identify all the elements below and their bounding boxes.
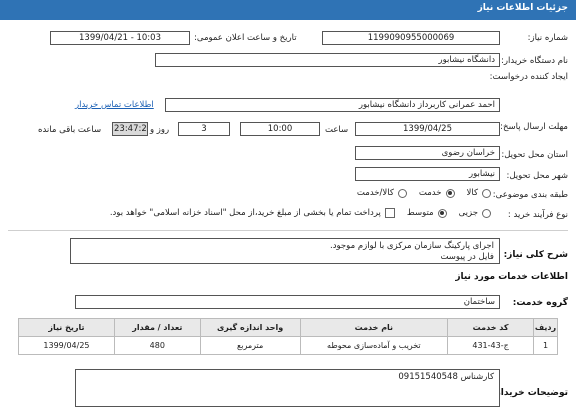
services-section-title: اطلاعات خدمات مورد نیاز [455,272,568,282]
days-remaining-field: 3 [178,122,230,136]
category-radio-goods-service[interactable] [397,188,407,198]
buyer-notes-text: کارشناس 09151540548 [398,372,494,382]
col-header-code: کد خدمت [447,318,535,337]
buyer-notes-label: توضیحات خریدار: [492,388,568,398]
city-field[interactable]: نیشابور [355,167,500,181]
category-option-goods-service: کالا/خدمت [356,188,394,198]
summary-label: شرح کلی نیاز: [503,250,568,260]
col-header-name: نام خدمت [299,318,449,337]
cell-index: 1 [533,336,558,355]
days-label: روز و [150,125,170,135]
page-title: جزئیات اطلاعات نیاز [477,3,568,13]
purchase-radio-minor[interactable] [482,208,491,218]
purchase-radio-medium[interactable] [437,208,447,218]
service-group-label: گروه خدمت: [512,298,568,308]
category-label: طبقه بندی موضوعی: [492,190,568,200]
buyer-label: نام دستگاه خریدار: [501,56,568,66]
col-header-index: ردیف [533,318,558,337]
need-number-label: شماره نیاز: [527,33,568,43]
need-number-field[interactable]: 1199090955000069 [322,31,500,45]
divider [8,230,568,231]
col-header-qty: تعداد / مقدار [113,318,201,337]
buyer-notes-box: کارشناس 09151540548 [75,369,500,407]
cell-qty: 480 [113,336,201,355]
purchase-option-medium: متوسط [406,208,434,218]
table-row: 1 ج-43-431 تخریب و آماده‌سازی محوطه مترم… [18,336,558,355]
cell-date: 1399/04/25 [18,336,115,355]
cell-unit: مترمربع [199,336,301,355]
deadline-date-field[interactable]: 1399/04/25 [355,122,500,136]
category-radio-service[interactable] [445,188,455,198]
category-radio-goods[interactable] [482,188,491,198]
province-label: استان محل تحویل: [501,150,568,160]
col-header-date: تاریخ نیاز [18,318,115,337]
summary-line-1: اجرای پارکینگ سازمان مرکزی با لوازم موجو… [330,241,494,251]
remaining-time-label: ساعت باقی مانده [38,125,102,135]
city-label: شهر محل تحویل: [506,171,568,181]
services-table-header: ردیف کد خدمت نام خدمت واحد اندازه گیری ت… [18,318,558,337]
remaining-time-field: 23:47:28 [112,122,148,136]
purchase-option-minor: جزیی [458,208,478,218]
deadline-time-field[interactable]: 10:00 [240,122,320,136]
category-radio-group: کالا خدمت کالا/خدمت [349,188,491,198]
cell-code: ج-43-431 [447,336,535,355]
buyer-contact-link[interactable]: اطلاعات تماس خریدار [75,100,154,110]
purchase-type-label: نوع فرآیند خرید : [507,210,568,220]
province-field[interactable]: خراسان رضوی [355,146,500,160]
purchase-radio-group: جزیی متوسط پرداخت تمام یا بخشی از مبلغ خ… [110,208,491,218]
creator-label: ایجاد کننده درخواست: [489,72,568,82]
treasury-checkbox[interactable] [384,208,395,218]
buyer-field[interactable]: دانشگاه نیشابور [155,53,500,67]
service-group-field[interactable]: ساختمان [75,295,500,309]
cell-name: تخریب و آماده‌سازی محوطه [299,336,449,355]
announce-date-label: تاریخ و ساعت اعلان عمومی: [194,33,297,43]
treasury-payment-note: پرداخت تمام یا بخشی از مبلغ خرید،از محل … [109,208,381,218]
announce-date-field[interactable]: 1399/04/21 - 10:03 [50,31,190,45]
summary-line-2: فایل در پیوست [440,252,494,262]
deadline-time-label: ساعت [325,125,349,135]
category-option-service: خدمت [418,188,442,198]
summary-box: اجرای پارکینگ سازمان مرکزی با لوازم موجو… [70,238,500,264]
services-table: ردیف کد خدمت نام خدمت واحد اندازه گیری ت… [18,318,558,355]
category-option-goods: کالا [466,188,478,198]
services-table-wrapper: ردیف کد خدمت نام خدمت واحد اندازه گیری ت… [18,318,558,355]
col-header-unit: واحد اندازه گیری [199,318,301,337]
creator-field[interactable]: احمد عمرانی کاربرداز دانشگاه نیشابور [165,98,500,112]
